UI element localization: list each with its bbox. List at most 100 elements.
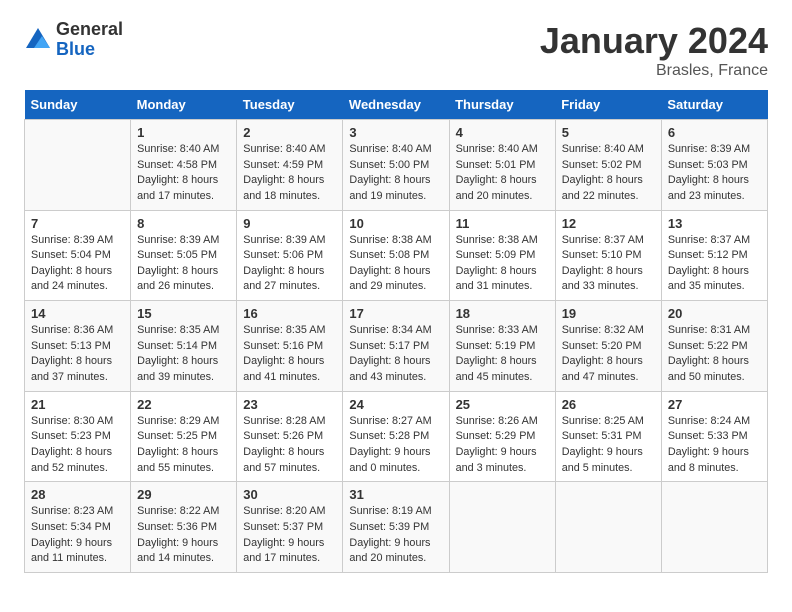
day-info: Sunrise: 8:26 AMSunset: 5:29 PMDaylight:… bbox=[456, 415, 538, 474]
header-saturday: Saturday bbox=[661, 90, 767, 120]
calendar-cell bbox=[661, 482, 767, 573]
calendar-cell: 6 Sunrise: 8:39 AMSunset: 5:03 PMDayligh… bbox=[661, 120, 767, 211]
calendar-cell: 14 Sunrise: 8:36 AMSunset: 5:13 PMDaylig… bbox=[25, 301, 131, 392]
logo: General Blue bbox=[24, 20, 123, 60]
day-number: 31 bbox=[349, 487, 442, 502]
calendar-cell: 23 Sunrise: 8:28 AMSunset: 5:26 PMDaylig… bbox=[237, 391, 343, 482]
day-number: 8 bbox=[137, 216, 230, 231]
day-info: Sunrise: 8:20 AMSunset: 5:37 PMDaylight:… bbox=[243, 505, 325, 564]
calendar-cell: 9 Sunrise: 8:39 AMSunset: 5:06 PMDayligh… bbox=[237, 210, 343, 301]
day-number: 20 bbox=[668, 306, 761, 321]
day-number: 19 bbox=[562, 306, 655, 321]
calendar-cell bbox=[449, 482, 555, 573]
calendar-cell bbox=[25, 120, 131, 211]
day-number: 11 bbox=[456, 216, 549, 231]
day-info: Sunrise: 8:36 AMSunset: 5:13 PMDaylight:… bbox=[31, 324, 113, 383]
calendar-cell: 2 Sunrise: 8:40 AMSunset: 4:59 PMDayligh… bbox=[237, 120, 343, 211]
logo-text: General Blue bbox=[56, 20, 123, 60]
day-info: Sunrise: 8:32 AMSunset: 5:20 PMDaylight:… bbox=[562, 324, 644, 383]
calendar-cell: 20 Sunrise: 8:31 AMSunset: 5:22 PMDaylig… bbox=[661, 301, 767, 392]
day-number: 5 bbox=[562, 125, 655, 140]
header-friday: Friday bbox=[555, 90, 661, 120]
day-number: 25 bbox=[456, 397, 549, 412]
day-number: 9 bbox=[243, 216, 336, 231]
calendar-cell: 11 Sunrise: 8:38 AMSunset: 5:09 PMDaylig… bbox=[449, 210, 555, 301]
calendar-week-row: 21 Sunrise: 8:30 AMSunset: 5:23 PMDaylig… bbox=[25, 391, 768, 482]
day-info: Sunrise: 8:24 AMSunset: 5:33 PMDaylight:… bbox=[668, 415, 750, 474]
calendar-cell: 5 Sunrise: 8:40 AMSunset: 5:02 PMDayligh… bbox=[555, 120, 661, 211]
day-number: 1 bbox=[137, 125, 230, 140]
calendar-cell: 22 Sunrise: 8:29 AMSunset: 5:25 PMDaylig… bbox=[131, 391, 237, 482]
header-wednesday: Wednesday bbox=[343, 90, 449, 120]
day-info: Sunrise: 8:40 AMSunset: 4:59 PMDaylight:… bbox=[243, 143, 325, 202]
day-info: Sunrise: 8:40 AMSunset: 4:58 PMDaylight:… bbox=[137, 143, 219, 202]
day-number: 7 bbox=[31, 216, 124, 231]
day-number: 26 bbox=[562, 397, 655, 412]
day-info: Sunrise: 8:40 AMSunset: 5:02 PMDaylight:… bbox=[562, 143, 644, 202]
day-number: 23 bbox=[243, 397, 336, 412]
subtitle: Brasles, France bbox=[540, 62, 768, 80]
header-tuesday: Tuesday bbox=[237, 90, 343, 120]
calendar-cell: 26 Sunrise: 8:25 AMSunset: 5:31 PMDaylig… bbox=[555, 391, 661, 482]
calendar-week-row: 28 Sunrise: 8:23 AMSunset: 5:34 PMDaylig… bbox=[25, 482, 768, 573]
day-info: Sunrise: 8:37 AMSunset: 5:12 PMDaylight:… bbox=[668, 234, 750, 293]
day-number: 24 bbox=[349, 397, 442, 412]
calendar-cell: 10 Sunrise: 8:38 AMSunset: 5:08 PMDaylig… bbox=[343, 210, 449, 301]
calendar-cell bbox=[555, 482, 661, 573]
day-info: Sunrise: 8:38 AMSunset: 5:09 PMDaylight:… bbox=[456, 234, 538, 293]
calendar-cell: 4 Sunrise: 8:40 AMSunset: 5:01 PMDayligh… bbox=[449, 120, 555, 211]
calendar-cell: 13 Sunrise: 8:37 AMSunset: 5:12 PMDaylig… bbox=[661, 210, 767, 301]
calendar-header-row: Sunday Monday Tuesday Wednesday Thursday… bbox=[25, 90, 768, 120]
day-info: Sunrise: 8:29 AMSunset: 5:25 PMDaylight:… bbox=[137, 415, 219, 474]
day-info: Sunrise: 8:27 AMSunset: 5:28 PMDaylight:… bbox=[349, 415, 431, 474]
calendar-week-row: 7 Sunrise: 8:39 AMSunset: 5:04 PMDayligh… bbox=[25, 210, 768, 301]
day-info: Sunrise: 8:39 AMSunset: 5:03 PMDaylight:… bbox=[668, 143, 750, 202]
day-number: 30 bbox=[243, 487, 336, 502]
day-info: Sunrise: 8:28 AMSunset: 5:26 PMDaylight:… bbox=[243, 415, 325, 474]
day-number: 17 bbox=[349, 306, 442, 321]
calendar-cell: 24 Sunrise: 8:27 AMSunset: 5:28 PMDaylig… bbox=[343, 391, 449, 482]
calendar-cell: 1 Sunrise: 8:40 AMSunset: 4:58 PMDayligh… bbox=[131, 120, 237, 211]
day-number: 6 bbox=[668, 125, 761, 140]
day-info: Sunrise: 8:19 AMSunset: 5:39 PMDaylight:… bbox=[349, 505, 431, 564]
calendar-cell: 18 Sunrise: 8:33 AMSunset: 5:19 PMDaylig… bbox=[449, 301, 555, 392]
day-number: 3 bbox=[349, 125, 442, 140]
day-info: Sunrise: 8:35 AMSunset: 5:14 PMDaylight:… bbox=[137, 324, 219, 383]
title-block: January 2024 Brasles, France bbox=[540, 20, 768, 80]
calendar-cell: 29 Sunrise: 8:22 AMSunset: 5:36 PMDaylig… bbox=[131, 482, 237, 573]
day-info: Sunrise: 8:35 AMSunset: 5:16 PMDaylight:… bbox=[243, 324, 325, 383]
day-number: 2 bbox=[243, 125, 336, 140]
calendar-cell: 15 Sunrise: 8:35 AMSunset: 5:14 PMDaylig… bbox=[131, 301, 237, 392]
calendar-cell: 21 Sunrise: 8:30 AMSunset: 5:23 PMDaylig… bbox=[25, 391, 131, 482]
calendar-cell: 17 Sunrise: 8:34 AMSunset: 5:17 PMDaylig… bbox=[343, 301, 449, 392]
day-number: 4 bbox=[456, 125, 549, 140]
day-info: Sunrise: 8:39 AMSunset: 5:06 PMDaylight:… bbox=[243, 234, 325, 293]
day-info: Sunrise: 8:30 AMSunset: 5:23 PMDaylight:… bbox=[31, 415, 113, 474]
day-info: Sunrise: 8:31 AMSunset: 5:22 PMDaylight:… bbox=[668, 324, 750, 383]
header-thursday: Thursday bbox=[449, 90, 555, 120]
calendar-cell: 27 Sunrise: 8:24 AMSunset: 5:33 PMDaylig… bbox=[661, 391, 767, 482]
calendar-week-row: 14 Sunrise: 8:36 AMSunset: 5:13 PMDaylig… bbox=[25, 301, 768, 392]
day-info: Sunrise: 8:39 AMSunset: 5:04 PMDaylight:… bbox=[31, 234, 113, 293]
day-number: 15 bbox=[137, 306, 230, 321]
day-info: Sunrise: 8:34 AMSunset: 5:17 PMDaylight:… bbox=[349, 324, 431, 383]
day-number: 10 bbox=[349, 216, 442, 231]
day-number: 18 bbox=[456, 306, 549, 321]
day-number: 12 bbox=[562, 216, 655, 231]
day-info: Sunrise: 8:22 AMSunset: 5:36 PMDaylight:… bbox=[137, 505, 219, 564]
day-number: 13 bbox=[668, 216, 761, 231]
main-title: January 2024 bbox=[540, 20, 768, 62]
day-info: Sunrise: 8:40 AMSunset: 5:01 PMDaylight:… bbox=[456, 143, 538, 202]
logo-blue: Blue bbox=[56, 40, 123, 60]
calendar-week-row: 1 Sunrise: 8:40 AMSunset: 4:58 PMDayligh… bbox=[25, 120, 768, 211]
calendar-cell: 31 Sunrise: 8:19 AMSunset: 5:39 PMDaylig… bbox=[343, 482, 449, 573]
page-header: General Blue January 2024 Brasles, Franc… bbox=[24, 20, 768, 80]
calendar-cell: 25 Sunrise: 8:26 AMSunset: 5:29 PMDaylig… bbox=[449, 391, 555, 482]
logo-icon bbox=[24, 26, 52, 54]
calendar-cell: 19 Sunrise: 8:32 AMSunset: 5:20 PMDaylig… bbox=[555, 301, 661, 392]
calendar-table: Sunday Monday Tuesday Wednesday Thursday… bbox=[24, 90, 768, 573]
day-info: Sunrise: 8:25 AMSunset: 5:31 PMDaylight:… bbox=[562, 415, 644, 474]
header-sunday: Sunday bbox=[25, 90, 131, 120]
day-number: 22 bbox=[137, 397, 230, 412]
day-number: 14 bbox=[31, 306, 124, 321]
